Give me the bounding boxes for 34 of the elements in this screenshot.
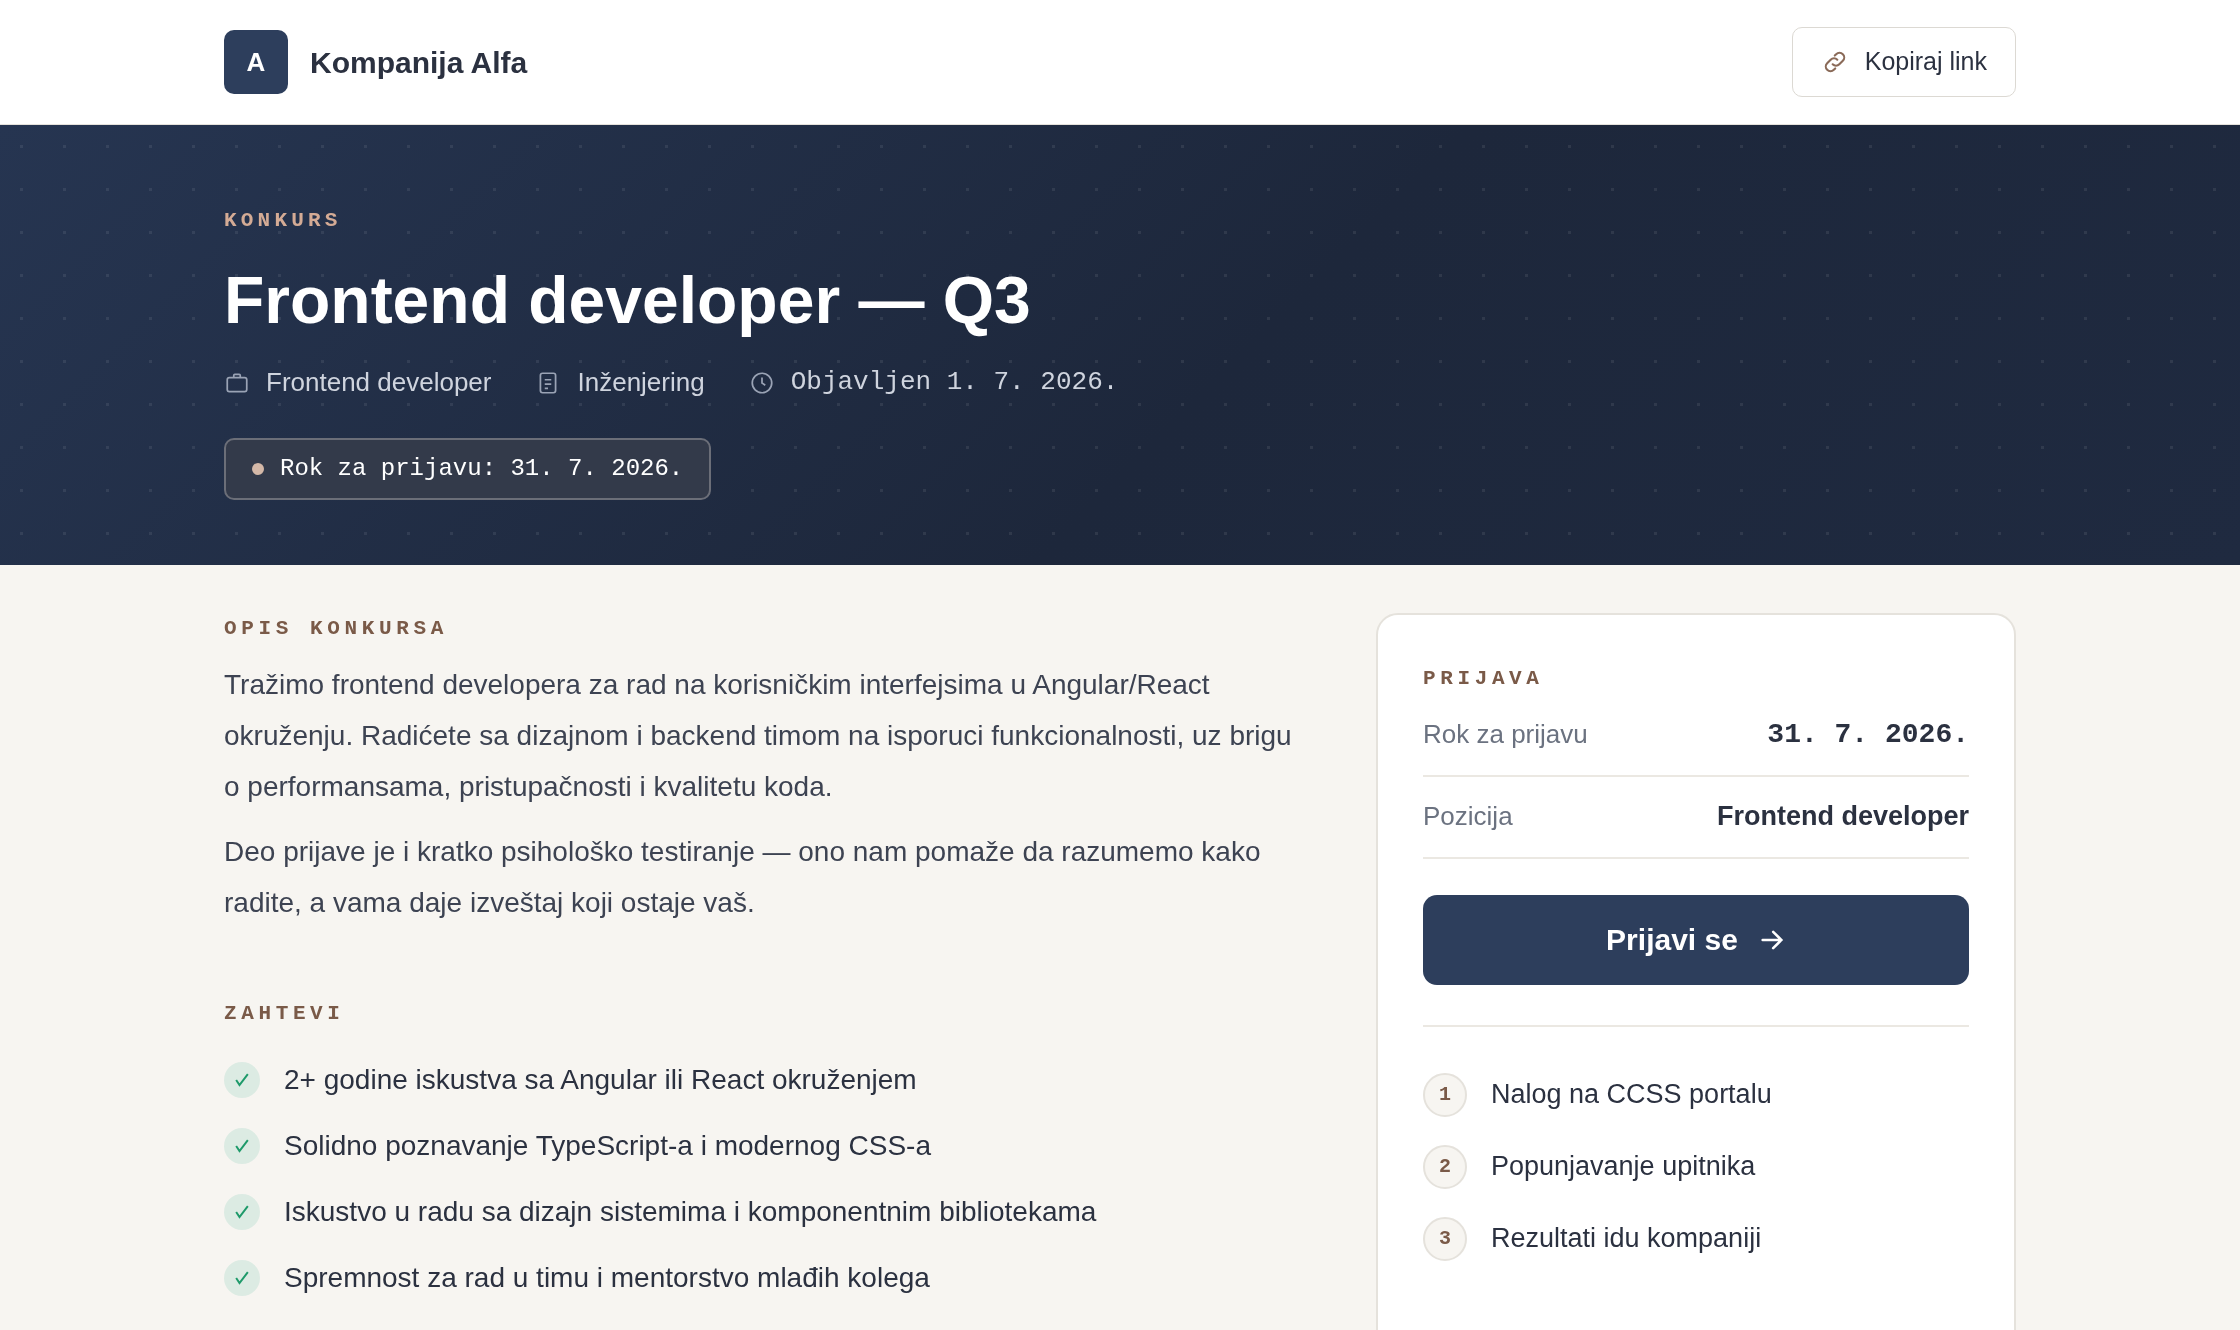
- check-icon: [224, 1128, 260, 1164]
- step-number: 1: [1423, 1072, 1467, 1117]
- description-paragraph: Deo prijave je i kratko psihološko testiranje — ono nam pomaže da razumemo kako radite, a vama daje izveštaj koji ostaje vaš.: [224, 834, 1262, 920]
- requirement-text: Spremnost za rad u timu i mentorstvo mlađih kolega: [284, 1261, 930, 1295]
- company-name: Kompanija Alfa: [310, 44, 528, 81]
- requirement-text: Solidno poznavanje TypeScript-a i modernog CSS-a: [284, 1129, 931, 1163]
- deadline-text: Rok za prijavu: 31. 7. 2026.: [280, 454, 684, 484]
- meta-text: Inženjering: [577, 366, 705, 399]
- requirement-text: 2+ godine iskustva sa Angular ili React okruženjem: [284, 1063, 917, 1097]
- step-number: 3: [1423, 1216, 1467, 1261]
- company-logo: A: [224, 30, 288, 94]
- step-number: 2: [1423, 1144, 1467, 1189]
- row-label: Rok za prijavu: [1423, 718, 1588, 751]
- clock-icon: [748, 369, 775, 396]
- description-paragraph: Tražimo frontend developera za rad na korisničkim interfejsima u Angular/React okruženju. Radićete sa dizajnom i backend timom na isporuci funkcionalnosti, uz brigu o performansama, pristupačnosti i kvalitetu koda.: [224, 667, 1293, 804]
- meta-text: Frontend developer: [266, 366, 492, 399]
- section-heading: OPIS KONKURSA: [224, 616, 448, 642]
- section-heading: ZAHTEVI: [224, 1000, 345, 1027]
- requirement-text: Iskustvo u radu sa dizajn sistemima i komponentnim bibliotekama: [284, 1195, 1097, 1229]
- row-label: Pozicija: [1423, 800, 1513, 833]
- card-heading: PRIJAVA: [1423, 666, 1544, 692]
- row-value: 31. 7. 2026.: [1767, 717, 1969, 752]
- copy-link-button[interactable]: Kopiraj link: [1791, 27, 2016, 97]
- check-icon: [224, 1062, 260, 1098]
- kicker-label: KONKURS: [224, 208, 342, 234]
- check-icon: [224, 1194, 260, 1230]
- apply-button[interactable]: Prijavi se: [1423, 894, 1969, 985]
- step-text: Nalog na CCSS portalu: [1491, 1078, 1772, 1112]
- check-icon: [224, 1260, 260, 1296]
- step-text: Popunjavanje upitnika: [1491, 1150, 1756, 1184]
- page-title: Frontend developer — Q3: [224, 261, 1031, 339]
- meta-text: Objavljen 1. 7. 2026.: [790, 366, 1119, 399]
- row-value: Frontend developer: [1716, 800, 1969, 834]
- step-text: Rezultati idu kompaniji: [1491, 1222, 1762, 1256]
